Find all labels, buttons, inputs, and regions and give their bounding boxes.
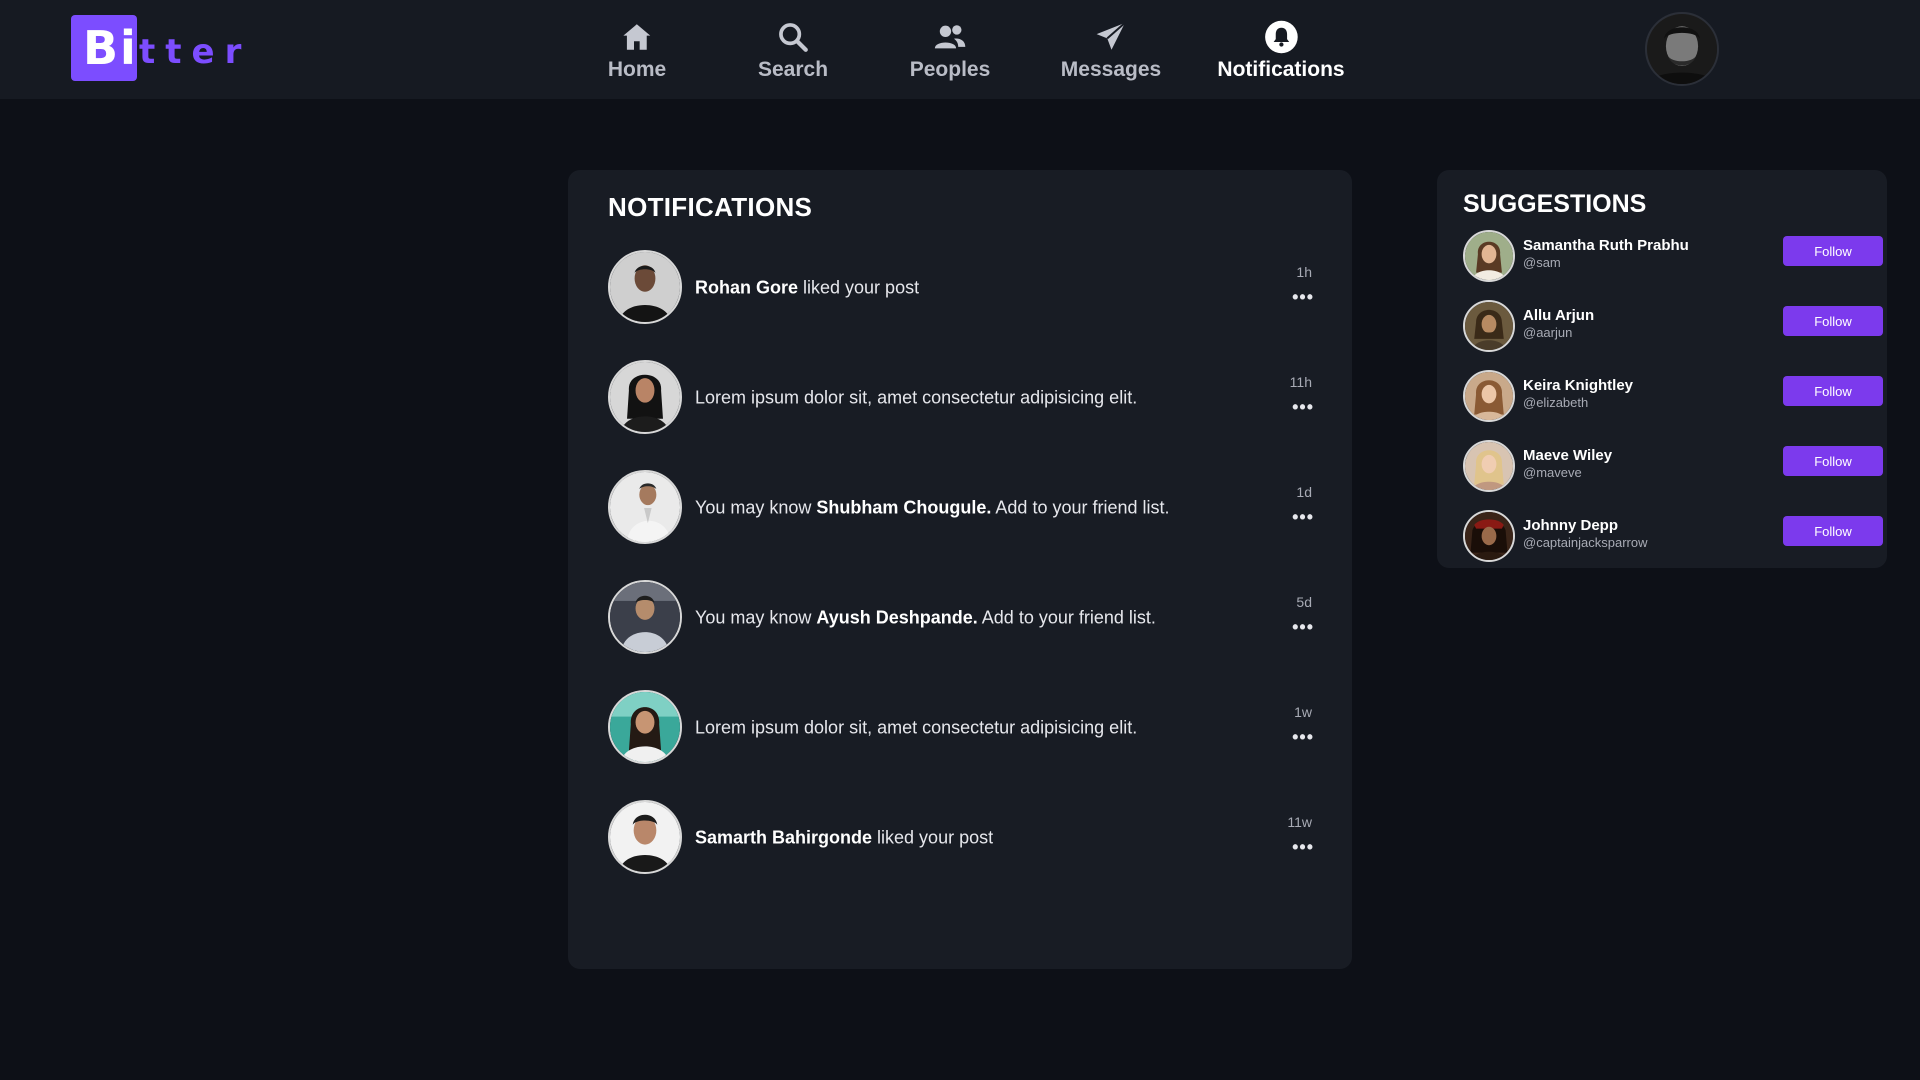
more-options-icon[interactable]: •••	[1292, 728, 1314, 746]
notification-time: 1d	[1296, 484, 1312, 500]
avatar[interactable]	[608, 800, 682, 874]
avatar[interactable]	[1463, 370, 1515, 422]
suggestion-name[interactable]: Keira Knightley	[1523, 377, 1633, 394]
notification-text: Samarth Bahirgonde liked your post	[695, 827, 994, 848]
notification-time: 5d	[1296, 594, 1312, 610]
notification-item[interactable]: Lorem ipsum dolor sit, amet consectetur …	[608, 690, 1318, 766]
suggestion-handle: @sam	[1523, 255, 1561, 270]
home-icon	[623, 24, 651, 50]
notification-time: 1w	[1294, 704, 1312, 720]
suggestion-item: Johnny Depp @captainjacksparrow Follow	[1463, 510, 1883, 562]
notification-time: 1h	[1296, 264, 1312, 280]
nav-notifications-label: Notifications	[1217, 58, 1345, 81]
follow-button[interactable]: Follow	[1783, 516, 1883, 546]
search-icon	[779, 23, 808, 52]
avatar[interactable]	[608, 250, 682, 324]
suggestion-name[interactable]: Allu Arjun	[1523, 307, 1594, 324]
more-options-icon[interactable]: •••	[1292, 508, 1314, 526]
nav-search-label: Search	[757, 58, 829, 81]
nav-messages-label: Messages	[1060, 58, 1162, 81]
suggestion-item: Maeve Wiley @maveve Follow	[1463, 440, 1883, 492]
notification-item[interactable]: Samarth Bahirgonde liked your post 11w •…	[608, 800, 1318, 876]
nav-peoples[interactable]: Peoples	[909, 20, 991, 82]
suggestion-name[interactable]: Samantha Ruth Prabhu	[1523, 237, 1689, 254]
nav-notifications[interactable]: Notifications	[1217, 20, 1345, 82]
avatar[interactable]	[1463, 440, 1515, 492]
suggestion-handle: @aarjun	[1523, 325, 1573, 340]
notifications-panel: NOTIFICATIONS Rohan Gore liked your post…	[568, 170, 1352, 969]
suggestion-name[interactable]: Maeve Wiley	[1523, 447, 1612, 464]
nav-home[interactable]: Home	[608, 20, 666, 82]
notification-text: You may know Shubham Chougule. Add to yo…	[695, 497, 1170, 518]
notification-time: 11w	[1287, 814, 1312, 830]
follow-button[interactable]: Follow	[1783, 236, 1883, 266]
logo-text: tter	[139, 32, 252, 72]
avatar[interactable]	[608, 690, 682, 764]
avatar[interactable]	[608, 470, 682, 544]
avatar[interactable]	[608, 360, 682, 434]
nav-messages[interactable]: Messages	[1061, 20, 1161, 82]
suggestion-handle: @elizabeth	[1523, 395, 1589, 410]
avatar[interactable]	[1463, 300, 1515, 352]
bell-icon	[1264, 20, 1298, 54]
notification-text: Lorem ipsum dolor sit, amet consectetur …	[695, 387, 1138, 408]
suggestions-panel: SUGGESTIONS Samantha Ruth Prabhu @sam Fo…	[1437, 170, 1887, 568]
nav-peoples-label: Peoples	[909, 58, 991, 81]
avatar[interactable]	[608, 580, 682, 654]
suggestions-title: SUGGESTIONS	[1463, 190, 1647, 218]
follow-button[interactable]: Follow	[1783, 376, 1883, 406]
more-options-icon[interactable]: •••	[1292, 288, 1314, 306]
notification-text: You may know Ayush Deshpande. Add to you…	[695, 607, 1156, 628]
suggestion-item: Samantha Ruth Prabhu @sam Follow	[1463, 230, 1883, 282]
notification-item[interactable]: Lorem ipsum dolor sit, amet consectetur …	[608, 360, 1318, 436]
notification-time: 11h	[1289, 374, 1312, 390]
avatar[interactable]	[1463, 510, 1515, 562]
follow-button[interactable]: Follow	[1783, 446, 1883, 476]
notification-item[interactable]: Rohan Gore liked your post 1h •••	[608, 250, 1318, 326]
suggestion-item: Keira Knightley @elizabeth Follow	[1463, 370, 1883, 422]
notification-item[interactable]: You may know Ayush Deshpande. Add to you…	[608, 580, 1318, 656]
profile-avatar[interactable]	[1645, 12, 1719, 86]
more-options-icon[interactable]: •••	[1292, 398, 1314, 416]
suggestion-handle: @captainjacksparrow	[1523, 535, 1648, 550]
notification-text: Rohan Gore liked your post	[695, 277, 920, 298]
suggestion-handle: @maveve	[1523, 465, 1582, 480]
suggestion-name[interactable]: Johnny Depp	[1523, 517, 1618, 534]
notifications-title: NOTIFICATIONS	[608, 192, 813, 222]
top-bar: Bi tter Home Search Peoples Messages Not…	[0, 0, 1920, 99]
suggestion-item: Allu Arjun @aarjun Follow	[1463, 300, 1883, 352]
avatar[interactable]	[1463, 230, 1515, 282]
profile-photo	[1647, 14, 1717, 84]
more-options-icon[interactable]: •••	[1292, 838, 1314, 856]
notification-text: Lorem ipsum dolor sit, amet consectetur …	[695, 717, 1138, 738]
nav-search[interactable]: Search	[758, 20, 828, 82]
logo-box: Bi	[71, 15, 137, 81]
bitter-logo[interactable]: Bi tter	[71, 15, 251, 81]
more-options-icon[interactable]: •••	[1292, 618, 1314, 636]
people-icon	[935, 25, 966, 49]
follow-button[interactable]: Follow	[1783, 306, 1883, 336]
nav-home-label: Home	[607, 58, 667, 81]
notification-item[interactable]: You may know Shubham Chougule. Add to yo…	[608, 470, 1318, 546]
send-icon	[1096, 22, 1126, 50]
